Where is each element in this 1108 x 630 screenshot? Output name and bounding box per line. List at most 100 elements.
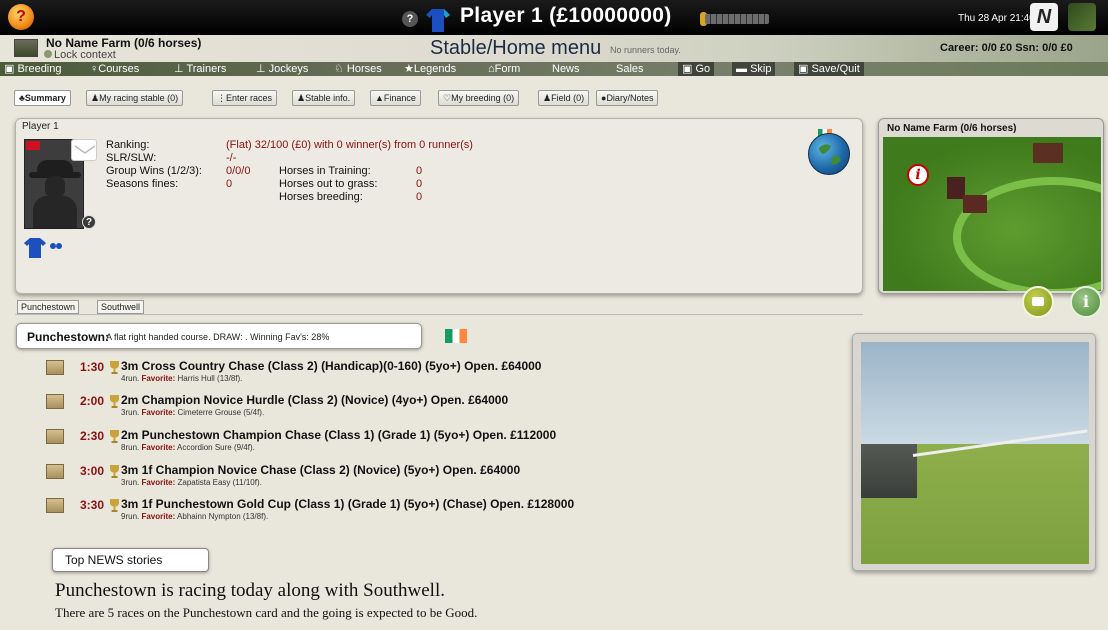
- trophy-icon: [110, 465, 119, 478]
- career-stats: Career: 0/0 £0 Ssn: 0/0 £0: [940, 42, 1073, 54]
- race-time: 3:00: [80, 464, 105, 478]
- stat-label: Horses out to grass:: [279, 178, 378, 190]
- group-wins-value: 0/0/0: [226, 165, 251, 177]
- race-title[interactable]: 3m 1f Champion Novice Chase (Class 2) (N…: [121, 463, 520, 477]
- farm-thumbnail[interactable]: [14, 39, 38, 57]
- race-title[interactable]: 2m Champion Novice Hurdle (Class 2) (Nov…: [121, 393, 508, 407]
- race-card-icon[interactable]: [46, 464, 64, 479]
- page-title: Stable/Home menu: [430, 37, 602, 59]
- course-description: A flat right handed course. DRAW: . Winn…: [106, 332, 330, 342]
- trophy-icon: [110, 395, 119, 408]
- trophy-icon: [110, 499, 119, 512]
- race-time: 2:30: [80, 429, 105, 443]
- tab-southwell[interactable]: Southwell: [97, 300, 145, 314]
- race-card-icon[interactable]: [46, 498, 64, 513]
- race-title[interactable]: 3m Cross Country Chase (Class 2) (Handic…: [121, 359, 541, 373]
- race-meta: 4run. Favorite: Harris Hull (13/8f).: [121, 374, 243, 383]
- farm-name[interactable]: No Name Farm (0/6 horses): [46, 36, 201, 50]
- stat-label: Ranking:: [106, 139, 150, 151]
- farm-panel-title: No Name Farm (0/6 horses): [887, 123, 1017, 134]
- race-meta: 9run. Favorite: Abhainn Nympton (13/8f).: [121, 512, 269, 521]
- top-bar: ? ? Player 1 (£10000000) Thu 28 Apr 21:4…: [0, 0, 1108, 35]
- tab-stable-info[interactable]: ♟Stable info.: [292, 90, 356, 106]
- farm-view[interactable]: i: [883, 137, 1101, 291]
- avatar-help-icon[interactable]: ?: [82, 215, 96, 229]
- top-news-button[interactable]: Top NEWS stories: [52, 548, 209, 572]
- info-icon[interactable]: i: [907, 164, 929, 186]
- tab-my-racing-stable[interactable]: ♟My racing stable (0): [86, 90, 184, 106]
- race-meta: 8run. Favorite: Accordion Sure (9/4f).: [121, 443, 255, 452]
- skip-button[interactable]: ▬ Skip: [732, 62, 776, 76]
- go-button[interactable]: ▣ Go: [678, 62, 715, 76]
- menu-jockeys[interactable]: ⊥ Jockeys: [252, 62, 312, 76]
- farm-bar: No Name Farm (0/6 horses) Lock context S…: [0, 35, 1108, 62]
- info-icon[interactable]: i: [1070, 286, 1102, 318]
- race-time: 1:30: [80, 360, 105, 374]
- lock-context-icon: [44, 50, 52, 58]
- stat-label: SLR/SLW:: [106, 152, 157, 164]
- tab-my-breeding[interactable]: ♡My breeding (0): [438, 90, 520, 106]
- player-title: Player 1 (£10000000): [460, 4, 672, 27]
- player-summary-panel: Player 1 ? Ranking: (Flat) 32/100 (£0) w…: [15, 118, 863, 294]
- map-icon[interactable]: [1068, 3, 1096, 31]
- help-icon[interactable]: ?: [8, 4, 34, 30]
- race-title[interactable]: 2m Punchestown Champion Chase (Class 1) …: [121, 428, 556, 442]
- question-icon[interactable]: ?: [402, 11, 418, 27]
- menu-horses[interactable]: ♘ Horses: [330, 62, 386, 76]
- prestige-icon: [705, 14, 769, 24]
- page-subtitle: No runners today.: [610, 45, 681, 55]
- race-time: 2:00: [80, 394, 105, 408]
- chat-icon[interactable]: [1022, 286, 1054, 318]
- horses-training-value: 0: [416, 165, 423, 177]
- tab-field[interactable]: ♟Field (0): [538, 90, 590, 106]
- menu-news[interactable]: News: [548, 62, 584, 76]
- menu-trainers[interactable]: ⊥ Trainers: [170, 62, 230, 76]
- tab-finance[interactable]: ▲Finance: [370, 90, 421, 106]
- season-fines-value: 0: [226, 178, 233, 190]
- silk-icon: [24, 238, 62, 258]
- news-headline: Punchestown is racing today along with S…: [55, 580, 445, 601]
- race-title[interactable]: 3m 1f Punchestown Gold Cup (Class 1) (Gr…: [121, 497, 574, 511]
- main-menu: ▣ Breeding ♀Courses ⊥ Trainers ⊥ Jockeys…: [0, 62, 1108, 76]
- race-card-icon[interactable]: [46, 429, 64, 444]
- globe-icon[interactable]: [808, 133, 850, 175]
- menu-breeding[interactable]: ▣ Breeding: [0, 62, 66, 76]
- race-card-icon[interactable]: [46, 360, 64, 375]
- save-quit-button[interactable]: ▣ Save/Quit: [794, 62, 864, 76]
- stat-label: Seasons fines:: [106, 178, 179, 190]
- date-time: Thu 28 Apr 21:40: [958, 13, 1035, 24]
- menu-legends[interactable]: ★Legends: [400, 62, 460, 76]
- player-name: Player 1: [22, 121, 59, 132]
- silk-icon[interactable]: [424, 5, 452, 33]
- ireland-flag-icon: [445, 329, 467, 343]
- course-info: Punchestown: A flat right handed course.…: [16, 323, 422, 349]
- menu-courses[interactable]: ♀Courses: [86, 62, 143, 76]
- trophy-icon: [110, 361, 119, 374]
- divider: [15, 314, 863, 315]
- trophy-icon: [110, 430, 119, 443]
- tab-summary[interactable]: ♣Summary: [14, 90, 71, 106]
- ranking-value: (Flat) 32/100 (£0) with 0 winner(s) from…: [226, 139, 473, 151]
- farm-panel[interactable]: No Name Farm (0/6 horses) i: [878, 118, 1104, 294]
- stat-label: Group Wins (1/2/3):: [106, 165, 202, 177]
- tab-enter-races[interactable]: ⋮Enter races: [212, 90, 278, 106]
- tab-diary-notes[interactable]: ●Diary/Notes: [596, 90, 659, 106]
- tab-punchestown[interactable]: Punchestown: [17, 300, 80, 314]
- menu-sales[interactable]: Sales: [612, 62, 648, 76]
- news-body: There are 5 races on the Punchestown car…: [55, 605, 478, 620]
- slr-value: -/-: [226, 152, 237, 164]
- menu-form[interactable]: ⌂Form: [484, 62, 524, 76]
- race-card-icon[interactable]: [46, 394, 64, 409]
- stat-label: Horses in Training:: [279, 165, 371, 177]
- race-meta: 3run. Favorite: Zapatista Easy (11/10f).: [121, 478, 262, 487]
- lock-context[interactable]: Lock context: [44, 49, 116, 61]
- horses-breeding-value: 0: [416, 191, 423, 203]
- course-name: Punchestown:: [27, 330, 110, 344]
- horses-grass-value: 0: [416, 178, 423, 190]
- stat-label: Horses breeding:: [279, 191, 363, 203]
- lock-context-label: Lock context: [54, 49, 116, 61]
- race-time: 3:30: [80, 498, 105, 512]
- course-image: [852, 333, 1096, 571]
- mail-icon[interactable]: [71, 139, 97, 161]
- logo-icon[interactable]: N: [1030, 3, 1058, 31]
